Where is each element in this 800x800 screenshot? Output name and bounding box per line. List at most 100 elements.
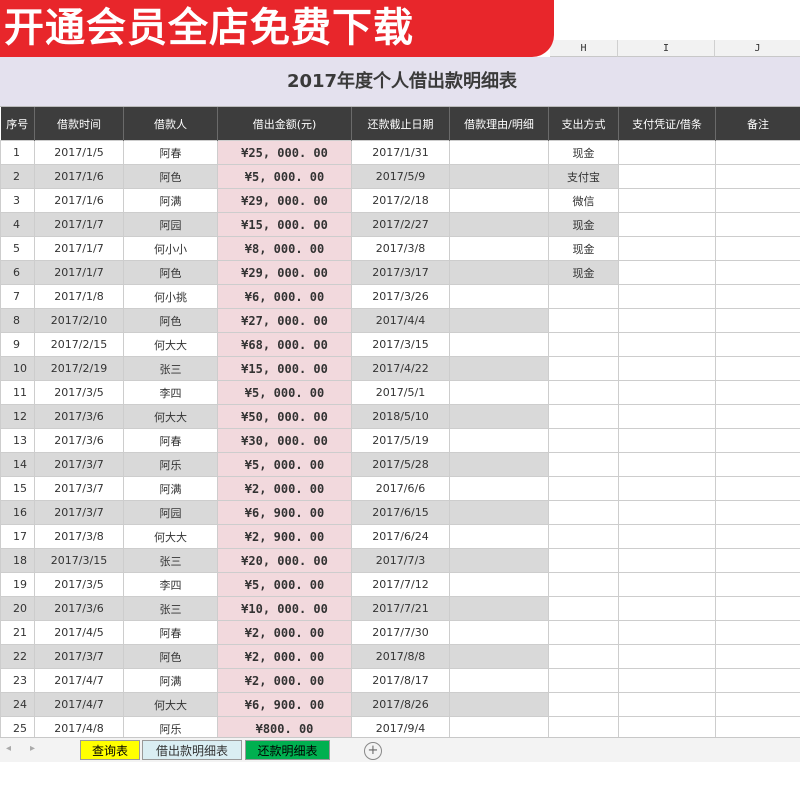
table-row[interactable]: 10 2017/2/19 张三 ¥15, 000. 00 2017/4/22 [0,356,800,381]
table-cell[interactable]: 11 [0,380,35,405]
table-cell[interactable] [548,500,619,525]
column-header[interactable]: 借款理由/明细 [449,107,549,141]
table-cell[interactable] [618,620,716,645]
column-header[interactable]: 借款人 [123,107,218,141]
table-cell[interactable] [449,236,549,261]
sheet-title[interactable]: 2017年度个人借出款明细表 [0,57,800,107]
table-cell[interactable]: 何大大 [123,692,218,717]
table-cell[interactable] [449,572,549,597]
table-cell[interactable] [715,500,800,525]
table-cell[interactable]: 15 [0,476,35,501]
table-cell[interactable]: 2017/5/19 [351,428,450,453]
table-cell[interactable]: 2017/4/7 [34,692,124,717]
table-cell[interactable]: 2017/3/7 [34,452,124,477]
table-cell[interactable] [618,212,716,237]
table-cell[interactable] [618,692,716,717]
table-cell[interactable]: ¥10, 000. 00 [217,596,352,621]
table-cell[interactable] [548,692,619,717]
table-row[interactable]: 2 2017/1/6 阿色 ¥5, 000. 00 2017/5/9 支付宝 [0,164,800,189]
table-row[interactable]: 18 2017/3/15 张三 ¥20, 000. 00 2017/7/3 [0,548,800,573]
table-cell[interactable] [449,500,549,525]
table-cell[interactable]: 2017/3/15 [351,332,450,357]
table-cell[interactable] [618,476,716,501]
table-cell[interactable]: 2017/3/6 [34,404,124,429]
table-cell[interactable]: ¥2, 000. 00 [217,644,352,669]
table-cell[interactable]: 2017/7/12 [351,572,450,597]
table-cell[interactable] [618,524,716,549]
table-cell[interactable] [548,332,619,357]
column-header[interactable]: 支付凭证/借条 [618,107,716,141]
table-row[interactable]: 5 2017/1/7 何小小 ¥8, 000. 00 2017/3/8 现金 [0,236,800,261]
table-cell[interactable]: 2017/1/31 [351,140,450,165]
table-cell[interactable]: 阿满 [123,476,218,501]
table-cell[interactable]: ¥29, 000. 00 [217,260,352,285]
table-cell[interactable]: 阿园 [123,500,218,525]
table-cell[interactable] [715,332,800,357]
table-cell[interactable]: 2017/1/5 [34,140,124,165]
table-cell[interactable]: 现金 [548,140,619,165]
table-cell[interactable] [618,140,716,165]
table-row[interactable]: 14 2017/3/7 阿乐 ¥5, 000. 00 2017/5/28 [0,452,800,477]
table-cell[interactable] [715,548,800,573]
table-cell[interactable] [618,236,716,261]
table-cell[interactable] [548,428,619,453]
table-row[interactable]: 1 2017/1/5 阿春 ¥25, 000. 00 2017/1/31 现金 [0,140,800,165]
table-cell[interactable] [715,308,800,333]
table-cell[interactable]: 12 [0,404,35,429]
table-cell[interactable]: 2017/5/1 [351,380,450,405]
table-cell[interactable]: ¥20, 000. 00 [217,548,352,573]
table-cell[interactable]: 2017/3/6 [34,596,124,621]
table-cell[interactable]: 6 [0,260,35,285]
table-cell[interactable]: 阿春 [123,140,218,165]
column-header[interactable]: 序号 [0,107,35,141]
table-cell[interactable]: 何大大 [123,524,218,549]
table-cell[interactable] [548,284,619,309]
table-cell[interactable]: ¥8, 000. 00 [217,236,352,261]
table-cell[interactable] [715,428,800,453]
table-cell[interactable]: 2017/2/10 [34,308,124,333]
table-cell[interactable] [449,140,549,165]
table-cell[interactable]: 阿春 [123,428,218,453]
table-cell[interactable]: 2017/4/22 [351,356,450,381]
table-cell[interactable] [618,668,716,693]
table-cell[interactable]: ¥29, 000. 00 [217,188,352,213]
table-cell[interactable] [449,692,549,717]
table-cell[interactable]: 16 [0,500,35,525]
table-cell[interactable] [618,548,716,573]
table-cell[interactable]: 14 [0,452,35,477]
table-cell[interactable] [618,428,716,453]
table-cell[interactable]: 2017/1/6 [34,164,124,189]
table-cell[interactable]: 2017/3/8 [34,524,124,549]
table-cell[interactable]: 24 [0,692,35,717]
table-cell[interactable] [548,452,619,477]
table-cell[interactable] [449,524,549,549]
table-cell[interactable]: ¥50, 000. 00 [217,404,352,429]
table-cell[interactable] [715,212,800,237]
table-cell[interactable]: 21 [0,620,35,645]
table-cell[interactable] [449,308,549,333]
table-cell[interactable]: 5 [0,236,35,261]
table-cell[interactable]: 阿满 [123,188,218,213]
table-cell[interactable]: 19 [0,572,35,597]
table-row[interactable]: 11 2017/3/5 李四 ¥5, 000. 00 2017/5/1 [0,380,800,405]
table-cell[interactable]: 10 [0,356,35,381]
table-cell[interactable]: ¥15, 000. 00 [217,212,352,237]
table-cell[interactable]: ¥6, 900. 00 [217,692,352,717]
tab-repayment-detail[interactable]: 还款明细表 [245,740,330,760]
table-cell[interactable] [715,404,800,429]
table-cell[interactable]: ¥15, 000. 00 [217,356,352,381]
table-cell[interactable]: 何小小 [123,236,218,261]
table-cell[interactable] [449,380,549,405]
table-cell[interactable]: ¥25, 000. 00 [217,140,352,165]
table-cell[interactable] [449,212,549,237]
table-cell[interactable] [618,284,716,309]
table-cell[interactable] [449,644,549,669]
table-cell[interactable]: 2017/3/7 [34,500,124,525]
table-cell[interactable] [449,356,549,381]
table-cell[interactable]: 何小挑 [123,284,218,309]
table-cell[interactable] [715,188,800,213]
table-row[interactable]: 17 2017/3/8 何大大 ¥2, 900. 00 2017/6/24 [0,524,800,549]
table-cell[interactable] [715,164,800,189]
table-cell[interactable]: 2017/2/19 [34,356,124,381]
table-cell[interactable]: 李四 [123,572,218,597]
